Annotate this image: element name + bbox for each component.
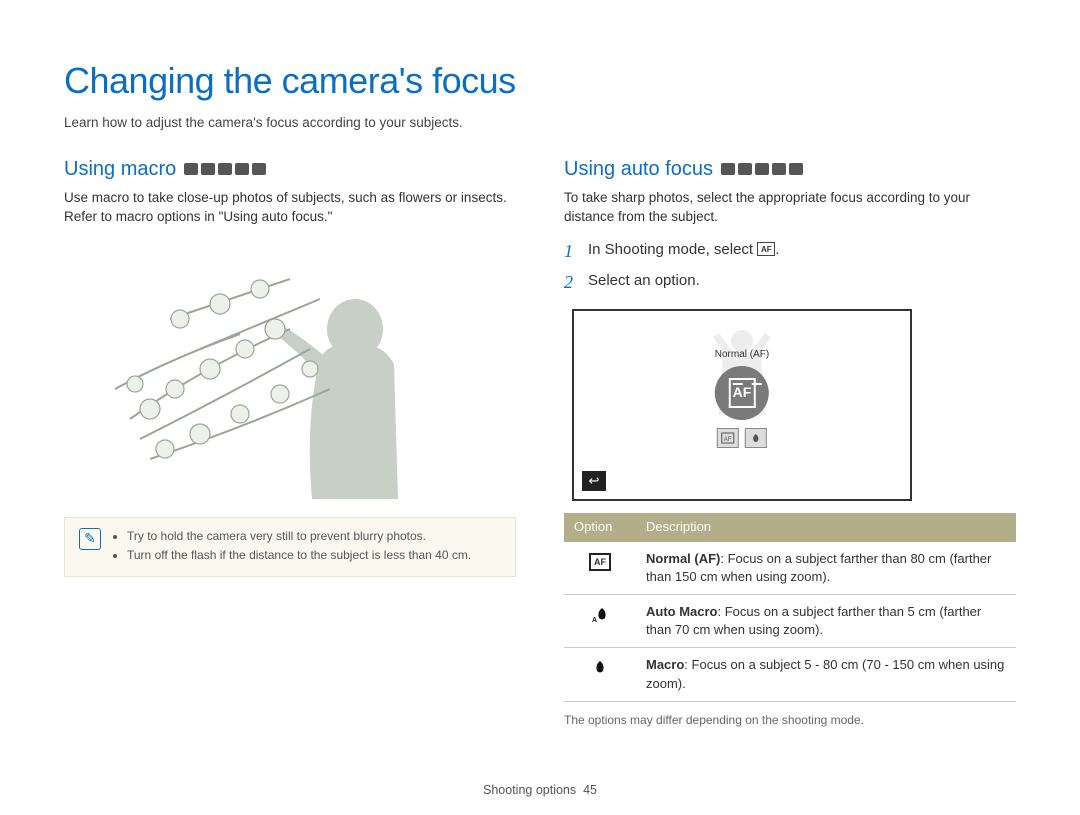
table-row: AF Normal (AF): Focus on a subject farth… bbox=[564, 542, 1016, 595]
option-desc: : Focus on a subject 5 - 80 cm (70 - 150… bbox=[646, 657, 1004, 690]
row-description: Macro: Focus on a subject 5 - 80 cm (70 … bbox=[636, 648, 1016, 701]
option-auto-macro-button[interactable]: AF bbox=[717, 428, 739, 448]
step-1-label: In Shooting mode, select bbox=[588, 241, 753, 258]
af-selected-button[interactable]: AF bbox=[715, 366, 769, 420]
mode-icon bbox=[772, 163, 786, 175]
note-list: Try to hold the camera very still to pre… bbox=[111, 528, 471, 566]
mode-icon bbox=[789, 163, 803, 175]
step-number: 1 bbox=[564, 239, 580, 264]
content-columns: Using macro Use macro to take close-up p… bbox=[64, 155, 1016, 728]
note-item: Turn off the flash if the distance to th… bbox=[127, 547, 471, 564]
using-autofocus-heading: Using auto focus bbox=[564, 155, 1016, 183]
using-macro-body: Use macro to take close-up photos of sub… bbox=[64, 189, 516, 227]
row-description: Normal (AF): Focus on a subject farther … bbox=[636, 542, 1016, 595]
right-column: Using auto focus To take sharp photos, s… bbox=[564, 155, 1016, 728]
mode-icon bbox=[738, 163, 752, 175]
table-row: Macro: Focus on a subject 5 - 80 cm (70 … bbox=[564, 648, 1016, 701]
mode-icon bbox=[184, 163, 198, 175]
table-header-option: Option bbox=[564, 513, 636, 541]
mode-icon bbox=[201, 163, 215, 175]
left-column: Using macro Use macro to take close-up p… bbox=[64, 155, 516, 728]
option-macro-button[interactable] bbox=[745, 428, 767, 448]
mode-icon bbox=[218, 163, 232, 175]
macro-icon bbox=[588, 658, 612, 678]
mode-icon bbox=[721, 163, 735, 175]
autofocus-mode-icons bbox=[721, 163, 803, 175]
note-icon: ✎ bbox=[79, 528, 101, 550]
using-autofocus-heading-text: Using auto focus bbox=[564, 155, 713, 183]
step-1: 1 In Shooting mode, select AF. bbox=[564, 239, 1016, 264]
option-name: Auto Macro bbox=[646, 604, 718, 619]
step-2-text: Select an option. bbox=[588, 270, 700, 295]
page-intro: Learn how to adjust the camera's focus a… bbox=[64, 114, 1016, 133]
table-row: A Auto Macro: Focus on a subject farther… bbox=[564, 595, 1016, 648]
mode-icon bbox=[252, 163, 266, 175]
mode-icon bbox=[755, 163, 769, 175]
back-button[interactable]: ↩ bbox=[582, 471, 606, 491]
note-box: ✎ Try to hold the camera very still to p… bbox=[64, 517, 516, 577]
option-name: Normal (AF) bbox=[646, 551, 720, 566]
footer-page-number: 45 bbox=[583, 783, 597, 797]
table-header-description: Description bbox=[636, 513, 1016, 541]
step-1-text: In Shooting mode, select AF. bbox=[588, 239, 779, 264]
af-icon: AF bbox=[757, 242, 775, 256]
mode-icon bbox=[235, 163, 249, 175]
row-description: Auto Macro: Focus on a subject farther t… bbox=[636, 595, 1016, 648]
table-footnote: The options may differ depending on the … bbox=[564, 712, 1016, 729]
page-title: Changing the camera's focus bbox=[64, 56, 1016, 106]
using-macro-heading-text: Using macro bbox=[64, 155, 176, 183]
using-macro-heading: Using macro bbox=[64, 155, 516, 183]
af-mode-label: Normal (AF) bbox=[715, 348, 769, 362]
step-2: 2 Select an option. bbox=[564, 270, 1016, 295]
using-autofocus-body: To take sharp photos, select the appropr… bbox=[564, 189, 1016, 227]
footer-section: Shooting options bbox=[483, 783, 576, 797]
svg-text:A: A bbox=[592, 617, 597, 624]
auto-macro-icon: A bbox=[588, 605, 612, 625]
normal-af-icon: AF bbox=[589, 553, 611, 571]
macro-illustration bbox=[80, 239, 500, 499]
focus-options-table: Option Description AF Normal (AF): Focus… bbox=[564, 513, 1016, 701]
option-name: Macro bbox=[646, 657, 684, 672]
macro-mode-icons bbox=[184, 163, 266, 175]
camera-screen: Normal (AF) AF AF ↩ bbox=[572, 309, 912, 501]
page-footer: Shooting options 45 bbox=[0, 782, 1080, 800]
af-icon: AF bbox=[729, 378, 756, 408]
note-item: Try to hold the camera very still to pre… bbox=[127, 528, 471, 545]
step-number: 2 bbox=[564, 270, 580, 295]
svg-text:AF: AF bbox=[724, 437, 732, 443]
steps-list: 1 In Shooting mode, select AF. 2 Select … bbox=[564, 239, 1016, 295]
